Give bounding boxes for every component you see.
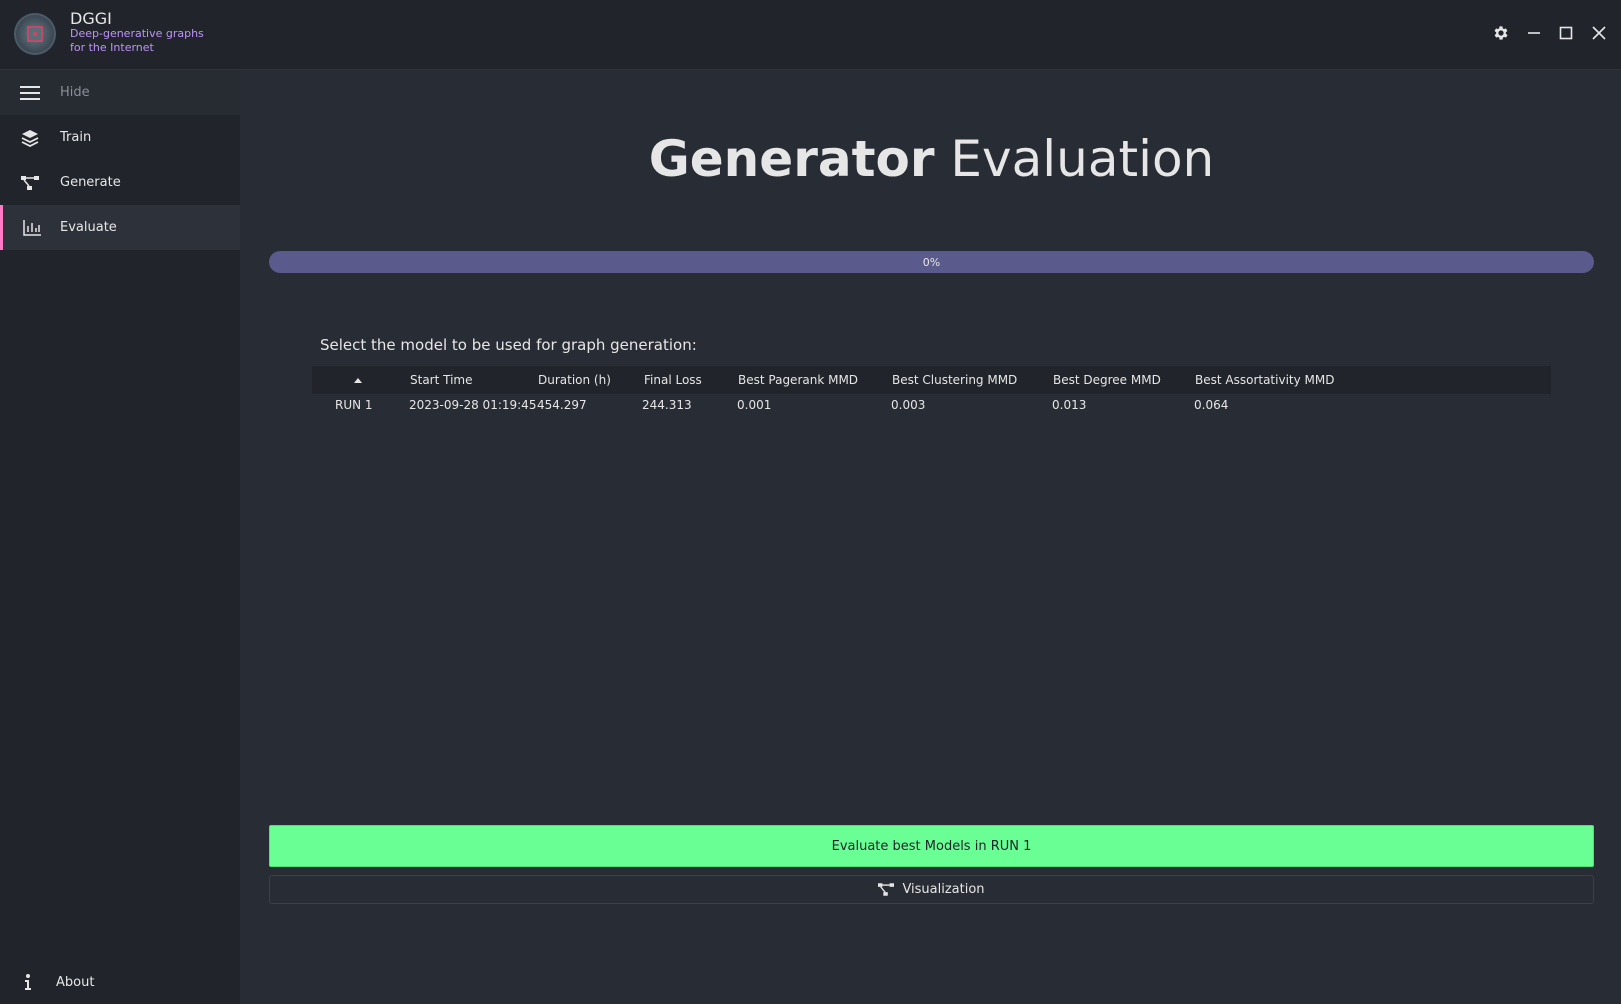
- table-cell: 454.297: [537, 398, 587, 412]
- app-title: DGGI: [70, 9, 112, 28]
- table-cell: 0.001: [737, 398, 772, 412]
- sidebar-item-about[interactable]: About: [0, 960, 240, 1004]
- app-logo: [14, 13, 56, 55]
- sidebar-hide-label: Hide: [60, 85, 90, 100]
- visualization-label: Visualization: [902, 882, 985, 897]
- model-select-prompt: Select the model to be used for graph ge…: [320, 336, 697, 354]
- info-icon: [0, 974, 56, 990]
- maximize-icon[interactable]: [1555, 22, 1577, 44]
- progress-text: 0%: [922, 255, 941, 269]
- table-cell: 0.003: [891, 398, 926, 412]
- page-title-rest: Evaluation: [950, 130, 1215, 188]
- hamburger-icon: [0, 85, 60, 101]
- sort-arrow-icon[interactable]: [354, 366, 362, 394]
- column-header[interactable]: Duration (h): [538, 366, 611, 394]
- sidebar-item-label: Generate: [60, 175, 121, 190]
- close-icon[interactable]: [1588, 22, 1610, 44]
- column-header[interactable]: Best Clustering MMD: [892, 366, 1017, 394]
- table-cell: 0.064: [1194, 398, 1229, 412]
- table-cell: RUN 1: [335, 398, 373, 412]
- graph-icon: [0, 175, 60, 190]
- graph-icon: [878, 883, 895, 896]
- evaluate-button[interactable]: Evaluate best Models in RUN 1: [269, 825, 1594, 867]
- visualization-button[interactable]: Visualization: [269, 875, 1594, 904]
- sidebar-item-generate[interactable]: Generate: [0, 160, 240, 205]
- about-label: About: [56, 974, 95, 990]
- table-cell: 244.313: [642, 398, 692, 412]
- table-header: Start Time Duration (h) Final Loss Best …: [312, 366, 1551, 394]
- column-header[interactable]: Best Degree MMD: [1053, 366, 1161, 394]
- minimize-icon[interactable]: [1523, 22, 1545, 44]
- table-cell: 0.013: [1052, 398, 1087, 412]
- runs-table: Start Time Duration (h) Final Loss Best …: [312, 366, 1551, 416]
- sidebar-item-evaluate[interactable]: Evaluate: [0, 205, 240, 250]
- table-cell: 2023-09-28 01:19:45: [409, 398, 537, 412]
- app-subtitle: Deep-generative graphs for the Internet: [70, 27, 204, 54]
- layers-icon: [0, 129, 60, 147]
- sidebar-item-train[interactable]: Train: [0, 115, 240, 160]
- sidebar-hide-toggle[interactable]: Hide: [0, 70, 240, 115]
- page-title-bold: Generator: [648, 130, 935, 188]
- sidebar-item-label: Evaluate: [60, 220, 117, 235]
- column-header[interactable]: Best Pagerank MMD: [738, 366, 858, 394]
- gear-icon[interactable]: [1490, 22, 1512, 44]
- sidebar: Hide Train Generate Evaluate: [0, 70, 240, 1004]
- progress-bar: 0%: [269, 251, 1594, 273]
- sidebar-item-label: Train: [60, 130, 92, 145]
- column-header[interactable]: Best Assortativity MMD: [1195, 366, 1334, 394]
- column-header[interactable]: Start Time: [410, 366, 473, 394]
- page-title: Generator Evaluation: [269, 130, 1594, 188]
- chart-icon: [3, 219, 60, 236]
- title-bar: DGGI Deep-generative graphs for the Inte…: [0, 0, 1621, 70]
- table-row[interactable]: RUN 1 2023-09-28 01:19:45 454.297 244.31…: [312, 394, 1551, 416]
- column-header[interactable]: Final Loss: [644, 366, 702, 394]
